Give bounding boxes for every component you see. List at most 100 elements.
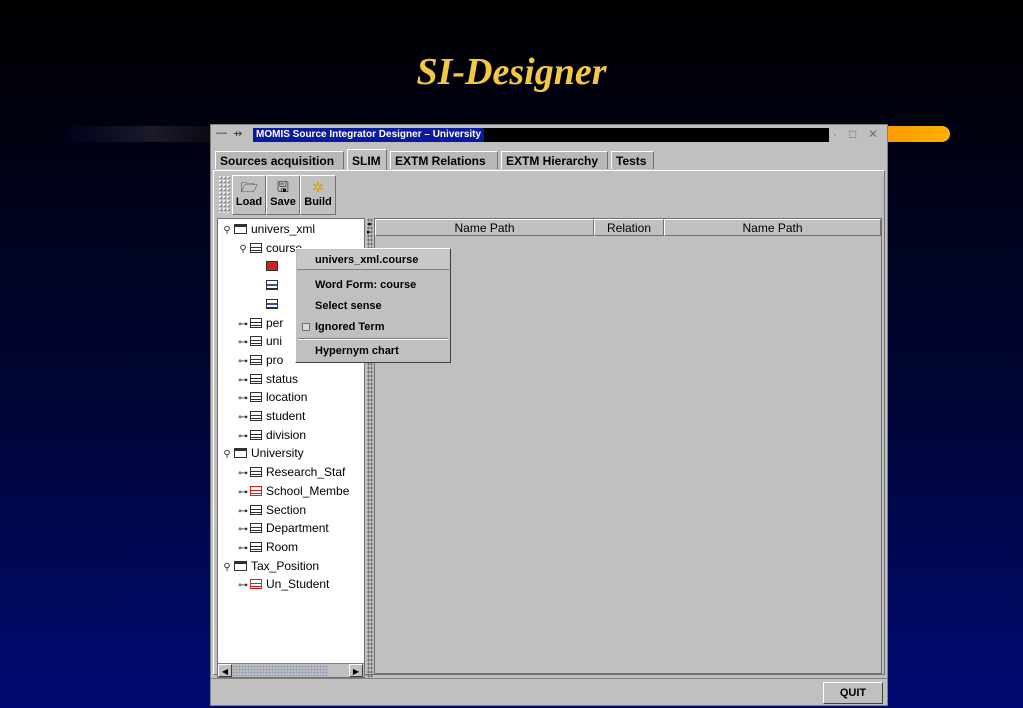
tree-node[interactable] <box>262 295 282 313</box>
system-menu-icon[interactable]: — <box>216 127 227 139</box>
table-icon <box>250 392 262 403</box>
tree-node[interactable]: ⊶ student <box>236 407 305 425</box>
slide-title: SI-Designer <box>416 51 607 93</box>
table-icon <box>250 504 262 515</box>
maximize-icon[interactable]: □ <box>849 127 856 141</box>
table-icon <box>266 280 278 291</box>
window-titlebar[interactable]: — ⇸ MOMIS Source Integrator Designer – U… <box>211 125 887 145</box>
close-icon[interactable]: ✕ <box>868 127 878 141</box>
save-label: Save <box>270 196 296 208</box>
collapse-handle-icon[interactable]: ⊶ <box>236 334 250 352</box>
tree-node-label: Room <box>266 539 299 554</box>
split-right-arrow-icon[interactable]: ▸ <box>367 229 371 237</box>
tree-node[interactable]: ⊶ School_Membe <box>236 482 349 500</box>
column-header-name-path-2[interactable]: Name Path <box>664 219 881 236</box>
scroll-right-icon[interactable]: ▶ <box>349 664 363 677</box>
split-arrows[interactable]: ◂ ▸ <box>367 221 371 237</box>
tree-node-label: status <box>266 371 299 386</box>
scrollbar-thumb[interactable] <box>232 665 328 676</box>
expand-handle-icon[interactable]: ⚲ <box>220 222 234 240</box>
tree-node[interactable]: ⊶ status <box>236 370 298 388</box>
column-header-name-path[interactable]: Name Path <box>375 219 594 236</box>
tab-sources-acquisition[interactable]: Sources acquisition <box>215 151 344 169</box>
tree-node[interactable]: ⊶ Department <box>236 519 329 537</box>
collapse-handle-icon[interactable]: ⊶ <box>236 428 250 446</box>
collapse-handle-icon[interactable]: ⊶ <box>236 353 250 371</box>
table-icon <box>250 429 262 440</box>
tree-node-label: Research_Staf <box>266 465 346 480</box>
decorative-bar-left <box>64 126 212 142</box>
menu-item-select-sense[interactable]: Select sense <box>297 296 449 316</box>
table-icon <box>250 485 262 496</box>
tree-node-label: University <box>251 446 304 461</box>
tab-slim[interactable]: SLIM <box>347 149 387 171</box>
table-icon <box>250 373 262 384</box>
minimize-icon[interactable]: · <box>833 127 837 141</box>
window-title-bar-fill: MOMIS Source Integrator Designer – Unive… <box>253 128 829 142</box>
tree-node[interactable]: ⊶ Un_Student <box>236 575 329 593</box>
context-menu: univers_xml.course Word Form: course Sel… <box>295 248 451 363</box>
tab-extm-hierarchy[interactable]: EXTM Hierarchy <box>501 151 608 169</box>
expand-handle-icon[interactable]: ⚲ <box>220 446 234 464</box>
menu-item-hypernym-chart[interactable]: Hypernym chart <box>297 341 449 361</box>
table-icon <box>250 336 262 347</box>
tree-node-label: division <box>266 427 307 442</box>
collapse-handle-icon[interactable]: ⊶ <box>236 409 250 427</box>
table-icon <box>250 411 262 421</box>
pin-icon[interactable]: ⇸ <box>233 127 242 140</box>
bottom-bar: QUIT <box>211 678 887 705</box>
tree-node[interactable]: ⚲ Tax_Position <box>220 557 319 575</box>
collapse-handle-icon[interactable]: ⊶ <box>236 521 250 539</box>
context-menu-header: univers_xml.course <box>297 250 449 270</box>
table-icon <box>250 579 262 590</box>
tree-node[interactable]: ⚲ univers_xml <box>220 220 315 238</box>
tab-tests[interactable]: Tests <box>611 151 654 169</box>
tree-node[interactable]: ⊶ Section <box>236 501 306 519</box>
tab-extm-relations[interactable]: EXTM Relations <box>390 151 498 169</box>
table-icon <box>250 317 262 328</box>
table-icon <box>266 261 278 272</box>
tree-node[interactable]: ⊶ Room <box>236 538 298 556</box>
column-header-relation[interactable]: Relation <box>594 219 664 236</box>
expand-handle-icon[interactable]: ⚲ <box>220 559 234 577</box>
tree-node[interactable]: ⊶ per <box>236 314 283 332</box>
expand-handle-icon[interactable]: ⚲ <box>236 241 250 259</box>
menu-item-ignored-term[interactable]: Ignored Term <box>297 317 449 337</box>
toolbar-grip[interactable] <box>218 175 230 213</box>
tree-node[interactable]: ⚲ course <box>236 239 302 257</box>
tree-horizontal-scrollbar[interactable]: ◀ ▶ <box>218 663 364 677</box>
tree-node[interactable]: ⊶ Research_Staf <box>236 463 345 481</box>
load-button[interactable]: 🗁 Load <box>232 175 266 215</box>
tree-node[interactable]: ⚲ University <box>220 444 304 464</box>
collapse-handle-icon[interactable]: ⊶ <box>236 316 250 334</box>
tree-node[interactable]: ⊶ division <box>236 426 306 444</box>
menu-item-word-form[interactable]: Word Form: course <box>297 275 449 295</box>
save-button[interactable]: 🖫 Save <box>266 175 300 215</box>
tree-node[interactable]: ⊶ location <box>236 388 307 406</box>
collapse-handle-icon[interactable]: ⊶ <box>236 465 250 483</box>
collapse-handle-icon[interactable]: ⊶ <box>236 503 250 521</box>
tree-node[interactable]: ⊶ uni <box>236 332 282 350</box>
collapse-handle-icon[interactable]: ⊶ <box>236 390 250 408</box>
collapse-handle-icon[interactable]: ⊶ <box>236 372 250 390</box>
table-icon <box>250 467 262 478</box>
collapse-handle-icon[interactable]: ⊶ <box>236 540 250 558</box>
split-left-arrow-icon[interactable]: ◂ <box>367 221 371 229</box>
tree-node[interactable] <box>262 257 282 275</box>
quit-button[interactable]: QUIT <box>823 682 883 704</box>
table-icon <box>250 354 262 365</box>
window-title: MOMIS Source Integrator Designer – Unive… <box>253 128 485 142</box>
build-button[interactable]: ✲ Build <box>300 175 336 215</box>
toolbar: 🗁 Load 🖫 Save ✲ Build <box>218 175 348 215</box>
table-icon <box>250 523 262 534</box>
tree-node-label: Tax_Position <box>251 558 320 573</box>
app-window: — ⇸ MOMIS Source Integrator Designer – U… <box>210 124 888 706</box>
menu-separator <box>298 338 448 340</box>
ignored-term-checkbox[interactable] <box>302 323 310 331</box>
scroll-left-icon[interactable]: ◀ <box>218 664 232 677</box>
ignored-term-label: Ignored Term <box>315 321 385 333</box>
collapse-handle-icon[interactable]: ⊶ <box>236 577 250 595</box>
collapse-handle-icon[interactable]: ⊶ <box>236 484 250 502</box>
tree-node[interactable]: ⊶ pro <box>236 351 283 369</box>
tree-node[interactable] <box>262 276 282 294</box>
